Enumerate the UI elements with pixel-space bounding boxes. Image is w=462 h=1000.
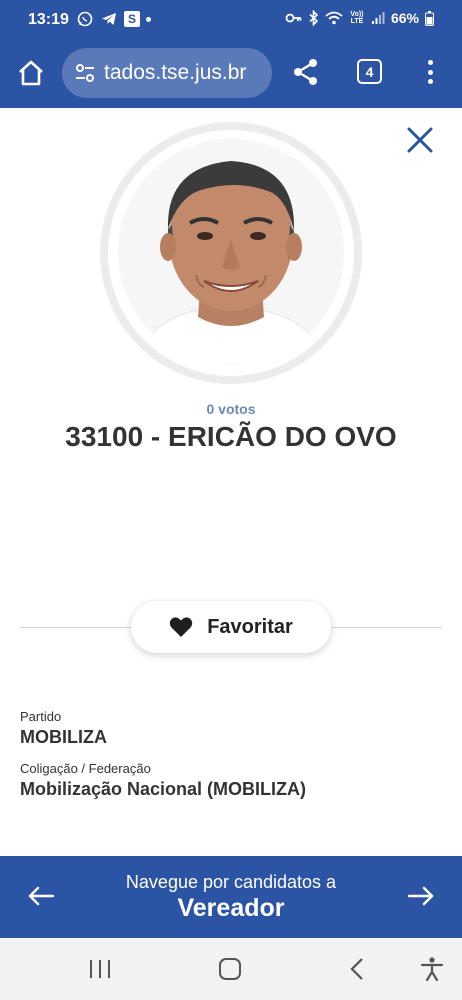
party-value: MOBILIZA bbox=[20, 727, 107, 747]
url-text: tados.tse.jus.br bbox=[104, 61, 247, 84]
close-button[interactable] bbox=[404, 124, 436, 156]
system-icons: Vo)) LTE 66% bbox=[285, 10, 434, 26]
volte-icon: Vo)) LTE bbox=[350, 11, 364, 25]
heart-icon bbox=[169, 617, 193, 637]
share-button[interactable] bbox=[292, 58, 320, 86]
menu-dot bbox=[427, 60, 433, 65]
home-button[interactable] bbox=[16, 58, 46, 88]
signal-icon bbox=[371, 12, 385, 24]
browser-toolbar: tados.tse.jus.br 4 bbox=[0, 42, 462, 108]
s-app-icon: S bbox=[124, 11, 140, 27]
telegram-icon bbox=[100, 10, 118, 28]
accessibility-button[interactable] bbox=[418, 956, 446, 982]
coalition-label: Coligação / Federação bbox=[20, 761, 151, 776]
accessibility-icon bbox=[420, 957, 444, 982]
navigator-role: Vereador bbox=[177, 894, 285, 922]
more-notifications-dot bbox=[146, 16, 151, 22]
home-icon bbox=[19, 60, 43, 86]
battery-percent: 66% bbox=[390, 10, 419, 26]
vote-count: 0 votos bbox=[206, 401, 256, 417]
navigator-caption: Navegue por candidatos a bbox=[125, 872, 337, 892]
bluetooth-icon bbox=[309, 10, 319, 26]
candidate-navigator: Navegue por candidatos a Vereador bbox=[0, 856, 462, 938]
home-nav-button[interactable] bbox=[216, 956, 244, 982]
menu-dot bbox=[427, 79, 433, 84]
system-navigation-bar bbox=[0, 938, 462, 1000]
site-settings-icon[interactable] bbox=[74, 62, 96, 84]
close-icon bbox=[407, 127, 433, 153]
next-candidate-button[interactable] bbox=[406, 884, 436, 908]
candidate-name: 33100 - ERICÃO DO OVO bbox=[65, 421, 397, 452]
key-icon bbox=[285, 13, 302, 23]
recent-apps-icon bbox=[90, 960, 110, 978]
share-icon bbox=[294, 59, 317, 85]
back-button[interactable] bbox=[344, 956, 372, 982]
browser-menu-button[interactable] bbox=[420, 58, 440, 86]
candidate-photo bbox=[118, 139, 344, 365]
arrow-right-icon bbox=[407, 886, 434, 906]
favorite-button[interactable]: Favoritar bbox=[131, 601, 331, 653]
favorite-label: Favoritar bbox=[207, 615, 293, 638]
whatsapp-icon bbox=[76, 10, 94, 28]
coalition-value: Mobilização Nacional (MOBILIZA) bbox=[20, 779, 307, 799]
recent-apps-button[interactable] bbox=[86, 956, 114, 982]
status-time: 13:19 bbox=[28, 11, 69, 28]
back-icon bbox=[350, 958, 363, 980]
address-bar[interactable]: tados.tse.jus.br bbox=[62, 48, 272, 98]
status-bar: 13:19 S Vo)) LTE 66% bbox=[0, 0, 462, 42]
party-label: Partido bbox=[20, 709, 62, 724]
wifi-icon bbox=[325, 11, 343, 25]
home-nav-icon bbox=[219, 958, 241, 980]
battery-icon bbox=[425, 10, 434, 26]
tabs-button[interactable]: 4 bbox=[357, 59, 382, 84]
notification-icons: S bbox=[76, 10, 151, 28]
menu-dot bbox=[427, 69, 433, 75]
